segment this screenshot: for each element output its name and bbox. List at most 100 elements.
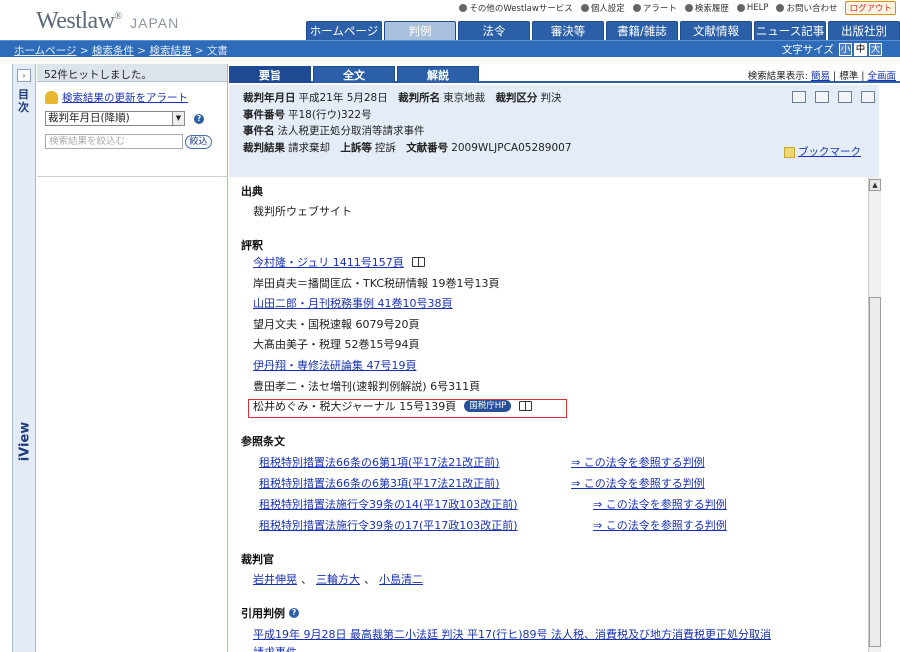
view-simple-link[interactable]: 簡易 (811, 71, 830, 82)
logo-sub: JAPAN (130, 15, 180, 31)
review-item: 山田二郎・月刊税務事例 41巻10号38頁 (253, 295, 453, 311)
help-icon (736, 4, 745, 12)
tab-commentary[interactable]: 解説 (397, 66, 479, 83)
main-tab-2[interactable]: 法令 (458, 21, 530, 40)
rail-toggle-button[interactable]: › (17, 69, 31, 82)
case-number: 平18(行ウ)322号 (288, 108, 372, 121)
util-link-2[interactable]: アラート (632, 2, 677, 14)
law-link[interactable]: 租税特別措置法施行令39条の14(平17政103改正前) (259, 496, 518, 512)
font-size-option[interactable]: 小 (839, 43, 852, 56)
case-name-label: 事件名 (243, 125, 275, 137)
email-icon[interactable] (838, 91, 852, 103)
date-label: 裁判年月日 (243, 92, 296, 104)
view-mode: 検索結果表示: 簡易 | 標準 | 全画面 (747, 71, 896, 82)
review-text: 大髙由美子・税理 52巻15号94頁 (253, 338, 420, 352)
open-window-icon[interactable] (861, 91, 875, 103)
util-link-4[interactable]: HELP (736, 3, 768, 13)
law-see-cases-link[interactable]: ⇒ この法令を参照する判例 (593, 517, 727, 533)
logo-registered-mark: ® (114, 11, 123, 22)
alert-link[interactable]: 検索結果の更新をアラート (62, 90, 188, 105)
law-link[interactable]: 租税特別措置法施行令39条の17(平17政103改正前) (259, 517, 518, 533)
tab-summary[interactable]: 要旨 (229, 66, 311, 83)
results-panel: 52件ヒットしました。 検索結果の更新をアラート 裁判年月日(降順) ▼ ? 検… (37, 64, 228, 652)
law-link[interactable]: 租税特別措置法66条の6第1項(平17法21改正前) (259, 454, 500, 470)
case-info-row-2: 事件番号 平18(行ウ)322号 (243, 107, 879, 124)
main-tab-4[interactable]: 書籍/雑誌 (606, 21, 678, 40)
review-link[interactable]: 伊丹翔・専修法研論集 47号19頁 (253, 357, 417, 373)
mail-icon (776, 4, 785, 12)
sort-select[interactable]: 裁判年月日(降順) ▼ (45, 111, 185, 126)
book-icon[interactable] (411, 257, 425, 267)
review-title: 評釈 (241, 239, 263, 252)
law-see-cases-link[interactable]: ⇒ この法令を参照する判例 (571, 454, 705, 470)
source-text: 裁判所ウェブサイト (253, 205, 352, 218)
case-no-label: 事件番号 (243, 108, 285, 121)
view-standard: 標準 (839, 71, 859, 82)
review-item: 岸田貞夫＝播間匡広・TKC税研情報 19巻1号13頁 (253, 275, 500, 291)
person-icon (580, 4, 589, 12)
scroll-thumb[interactable] (869, 297, 881, 647)
main-tab-0[interactable]: ホームページ (306, 21, 382, 40)
iview-tab[interactable]: iView (17, 422, 32, 462)
util-link-5[interactable]: お問い合わせ (776, 2, 837, 14)
judge-sep: 、 (364, 573, 375, 586)
law-see-cases-link[interactable]: ⇒ この法令を参照する判例 (571, 475, 705, 491)
judge-link[interactable]: 三輪方大 (316, 571, 360, 587)
font-size-option[interactable]: 大 (869, 43, 882, 56)
scrollbar[interactable]: ▲ (868, 177, 881, 652)
review-link[interactable]: 今村隆・ジュリ 1411号157頁 (253, 254, 404, 270)
review-item: 豊田孝二・法セ増刊(速報判例解説) 6号311頁 (253, 378, 480, 394)
doc-number: 2009WLJPCA05289007 (451, 141, 572, 154)
sort-select-value: 裁判年月日(降順) (48, 112, 130, 124)
tab-fulltext[interactable]: 全文 (313, 66, 395, 83)
breadcrumb-sep: > (76, 45, 92, 57)
util-link-3[interactable]: 検索履歴 (684, 2, 729, 14)
print-icon[interactable] (792, 91, 806, 103)
case-info: 裁判年月日 平成21年 5月28日 裁判所名 東京地裁 裁判区分 判決 事件番号 平18… (229, 85, 879, 177)
font-size-option[interactable]: 中 (854, 43, 867, 56)
chevron-down-icon[interactable]: ▼ (172, 112, 184, 125)
judge-link[interactable]: 小島清二 (379, 571, 423, 587)
review-link[interactable]: 山田二郎・月刊税務事例 41巻10号38頁 (253, 295, 453, 311)
font-size-control: 文字サイズ 小中大 (782, 42, 882, 57)
case-date: 平成21年 5月28日 (298, 92, 388, 104)
bookmark-icon (784, 146, 795, 158)
main-tab-3[interactable]: 審決等 (532, 21, 604, 40)
scroll-up-arrow-icon[interactable]: ▲ (869, 179, 881, 191)
breadcrumb-link[interactable]: 検索条件 (92, 45, 134, 57)
view-fullscreen-link[interactable]: 全画面 (867, 71, 896, 82)
util-link-label: アラート (642, 4, 677, 14)
help-icon[interactable]: ? (289, 608, 299, 618)
util-link-label: お問い合わせ (786, 4, 838, 14)
logout-button[interactable]: ログアウト (845, 1, 896, 15)
law-link[interactable]: 租税特別措置法66条の6第3項(平17法21改正前) (259, 475, 500, 491)
hit-count: 52件ヒットしました。 (37, 64, 227, 82)
case-name: 法人税更正処分取消等請求事件 (277, 125, 425, 137)
westlaw-logo[interactable]: Westlaw® JAPAN (36, 8, 179, 35)
review-item: 伊丹翔・専修法研論集 47号19頁 (253, 357, 417, 373)
cited-case-link[interactable]: 平成19年 9月28日 最高裁第二小法廷 判決 平17(行ヒ)89号 法人税、消… (253, 626, 771, 642)
case-court: 東京地裁 (443, 92, 486, 104)
bookmark-link[interactable]: ブックマーク (798, 144, 861, 161)
law-see-cases-link[interactable]: ⇒ この法令を参照する判例 (593, 496, 727, 512)
main-tab-5[interactable]: 文献情報 (680, 21, 752, 40)
util-link-0[interactable]: その他のWestlawサービス (459, 2, 573, 14)
util-link-1[interactable]: 個人設定 (580, 2, 625, 14)
cited-case-link-cont[interactable]: 請求事件 (253, 644, 297, 652)
main-tab-6[interactable]: ニュース記事 (754, 21, 826, 40)
toc-tab[interactable]: 目次 (18, 88, 30, 114)
help-icon[interactable]: ? (194, 114, 204, 124)
narrow-button[interactable]: 絞込 (185, 135, 212, 149)
case-result: 請求棄却 (288, 141, 330, 154)
breadcrumb-link[interactable]: 検索結果 (149, 45, 191, 57)
circle-arrow-icon (459, 4, 468, 12)
narrow-input[interactable]: 検索結果を絞込む (45, 134, 183, 149)
main-tab-7[interactable]: 出版社別 (828, 21, 900, 40)
alert-icon (632, 4, 641, 12)
judge-link[interactable]: 岩井伸晃 (253, 571, 297, 587)
save-icon[interactable] (815, 91, 829, 103)
doc-tools (792, 91, 875, 103)
case-type: 判決 (540, 92, 562, 104)
main-tab-1[interactable]: 判例 (384, 21, 456, 40)
breadcrumb-link[interactable]: ホームページ (14, 45, 76, 57)
